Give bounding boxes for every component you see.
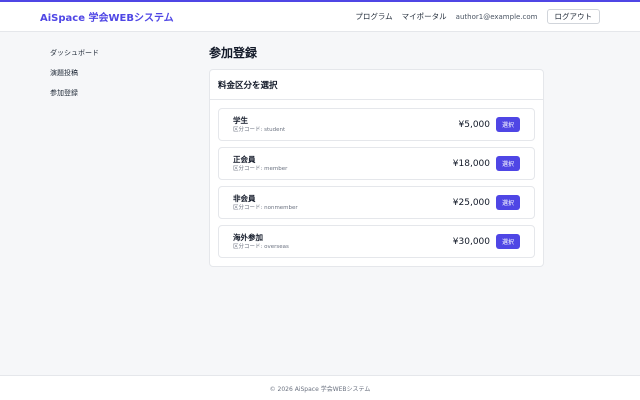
fee-option-actions: ¥25,000 選択 [453,195,520,210]
fee-option-info: 非会員 区分コード: nonmember [233,194,298,212]
sidebar: ダッシュボード 演題投稿 参加登録 [50,48,170,108]
app-header: AiSpace 学会WEBシステム プログラム マイポータル author1@e… [0,2,640,32]
fee-option-name: 海外参加 [233,232,263,242]
select-student-button[interactable]: 選択 [496,117,520,132]
sidebar-item-registration[interactable]: 参加登録 [50,88,170,108]
fee-option-price: ¥30,000 [452,236,490,247]
fee-category-card: 料金区分を選択 学生 区分コード: student ¥5,000 選択 正会員 … [209,69,544,267]
fee-option-actions: ¥18,000 選択 [453,156,520,171]
fee-option-name: 非会員 [233,193,256,203]
app-brand-logo[interactable]: AiSpace 学会WEBシステム [40,9,174,24]
fee-option-member: 正会員 区分コード: member ¥18,000 選択 [218,147,535,180]
fee-option-name: 学生 [233,115,248,125]
logout-button[interactable]: ログアウト [546,9,600,24]
header-nav: プログラム マイポータル author1@example.com ログアウト [355,9,600,24]
fee-option-code: 区分コード: nonmember [233,204,298,211]
sidebar-item-abstract-submission[interactable]: 演題投稿 [50,68,170,88]
fee-option-actions: ¥30,000 選択 [453,234,520,249]
fee-option-code: 区分コード: student [233,126,286,133]
page-title: 参加登録 [209,46,258,60]
fee-option-info: 正会員 区分コード: member [233,155,287,173]
card-title: 料金区分を選択 [218,80,278,91]
page-footer: © 2026 AiSpace 学会WEBシステム [0,375,640,400]
fee-option-price: ¥18,000 [452,158,490,169]
fee-option-actions: ¥5,000 選択 [458,117,520,132]
user-email: author1@example.com [455,12,538,21]
fee-option-list: 学生 区分コード: student ¥5,000 選択 正会員 区分コード: m… [210,100,543,266]
fee-option-info: 海外参加 区分コード: overseas [233,233,289,251]
fee-option-overseas: 海外参加 区分コード: overseas ¥30,000 選択 [218,225,535,258]
footer-copyright: © 2026 AiSpace 学会WEBシステム [269,385,371,393]
select-overseas-button[interactable]: 選択 [496,234,520,249]
card-header: 料金区分を選択 [210,70,543,100]
fee-option-price: ¥25,000 [452,197,490,208]
fee-option-price: ¥5,000 [458,119,491,130]
fee-option-name: 正会員 [233,154,256,164]
select-nonmember-button[interactable]: 選択 [496,195,520,210]
select-member-button[interactable]: 選択 [496,156,520,171]
fee-option-code: 区分コード: member [233,165,288,172]
nav-link-myportal[interactable]: マイポータル [402,11,447,22]
fee-option-student: 学生 区分コード: student ¥5,000 選択 [218,108,535,141]
fee-option-info: 学生 区分コード: student [233,116,285,134]
nav-link-program[interactable]: プログラム [355,11,392,22]
fee-option-nonmember: 非会員 区分コード: nonmember ¥25,000 選択 [218,186,535,219]
main-content: 参加登録 料金区分を選択 学生 区分コード: student ¥5,000 選択… [209,45,544,267]
fee-option-code: 区分コード: overseas [233,243,289,250]
sidebar-item-dashboard[interactable]: ダッシュボード [50,48,170,68]
